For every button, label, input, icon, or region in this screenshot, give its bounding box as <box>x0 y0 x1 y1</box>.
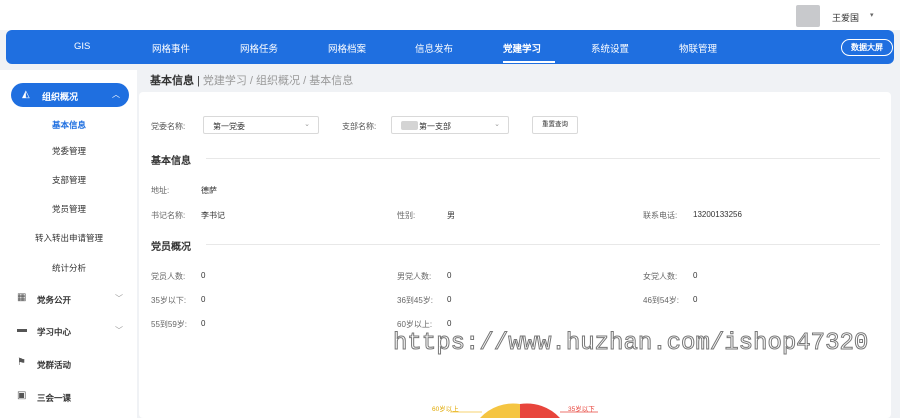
sidebar-item-label: 学习中心 <box>37 327 72 337</box>
select-value: 第一党委 <box>213 122 245 131</box>
age-46-54-label: 46到54岁: <box>643 296 680 305</box>
chart-label-under-35: 35岁以下 <box>568 406 595 413</box>
select-value: 第一支部 <box>419 122 451 131</box>
gender-label: 性别: <box>397 211 416 220</box>
section-title-members: 党员概况 <box>151 242 191 253</box>
chevron-up-icon: ︿ <box>112 90 120 99</box>
calendar-icon: ▣ <box>17 390 27 401</box>
top-bar: 王爱国 ▾ <box>0 0 900 30</box>
content-card <box>139 92 891 418</box>
age-55-59-label: 55到59岁: <box>151 320 188 329</box>
breadcrumb-separator: | <box>197 75 200 87</box>
nav-item-party-learning[interactable]: 党建学习 <box>503 41 541 55</box>
age-under-35-value: 0 <box>201 295 206 304</box>
org-icon: ◭ <box>22 89 30 100</box>
sidebar-item-party-affairs[interactable]: ▦ 党务公开 ﹀ <box>0 290 137 310</box>
sidebar-item-label: 组织概况 <box>42 92 79 102</box>
page-title: 基本信息 <box>150 75 194 87</box>
main-nav: GIS 网格事件 网格任务 网格档案 信息发布 党建学习 系统设置 物联管理 数… <box>6 30 894 64</box>
branch-label: 支部名称: <box>342 122 377 131</box>
sidebar-sub-basic-info[interactable]: 基本信息 <box>52 119 86 131</box>
sidebar-item-three-meetings[interactable]: ▣ 三会一课 <box>0 388 137 408</box>
age-55-59-value: 0 <box>201 319 206 328</box>
male-count-value: 0 <box>447 271 452 280</box>
reset-query-button[interactable]: 重置查询 <box>532 116 578 134</box>
nav-item-gis[interactable]: GIS <box>74 41 90 52</box>
age-46-54-value: 0 <box>693 295 698 304</box>
monitor-icon: ▬ <box>17 324 27 335</box>
female-count-label: 女党人数: <box>643 272 678 281</box>
age-over-60-label: 60岁以上: <box>397 320 433 329</box>
sidebar-item-org-overview[interactable]: ◭ 组织概况 ︿ <box>11 83 129 107</box>
secretary-label: 书记名称: <box>151 211 186 220</box>
branch-select[interactable]: 第一支部 ⌄ <box>391 116 509 134</box>
sidebar-item-study-center[interactable]: ▬ 学习中心 ﹀ <box>0 322 137 342</box>
sidebar-item-party-activities[interactable]: ⚑ 党群活动 <box>0 355 137 375</box>
username[interactable]: 王爱国 <box>832 11 859 24</box>
age-under-35-label: 35岁以下: <box>151 296 187 305</box>
breadcrumb-path[interactable]: 党建学习 / 组织概况 / 基本信息 <box>203 75 353 87</box>
phone-label: 联系电话: <box>643 211 678 220</box>
sidebar-item-label: 党务公开 <box>37 295 72 305</box>
nav-item-system-settings[interactable]: 系统设置 <box>591 41 629 55</box>
section-title-basic-info: 基本信息 <box>151 156 191 167</box>
secretary-value: 李书记 <box>201 211 225 220</box>
nav-item-grid-tasks[interactable]: 网格任务 <box>240 41 278 55</box>
chevron-down-icon: ⌄ <box>494 121 500 128</box>
sidebar: ◭ 组织概况 ︿ 基本信息 党委管理 支部管理 党员管理 转入转出申请管理 统计… <box>0 70 137 418</box>
building-icon: ▦ <box>17 292 27 303</box>
flag-icon: ⚑ <box>17 357 26 368</box>
party-committee-label: 党委名称: <box>151 122 186 131</box>
age-over-60-value: 0 <box>447 319 452 328</box>
chart-label-over-60: 60岁以上 <box>432 406 459 413</box>
phone-value: 13200133256 <box>693 210 742 219</box>
avatar[interactable] <box>796 5 820 27</box>
data-screen-button[interactable]: 数据大屏 <box>841 39 893 56</box>
sidebar-item-label: 党群活动 <box>37 360 72 370</box>
active-tab-indicator <box>503 61 555 63</box>
member-count-label: 党员人数: <box>151 272 186 281</box>
chevron-down-icon[interactable]: ▾ <box>870 11 874 19</box>
address-value: 德萨 <box>201 186 217 195</box>
sidebar-item-label: 三会一课 <box>37 393 72 403</box>
female-count-value: 0 <box>693 271 698 280</box>
member-count-value: 0 <box>201 271 206 280</box>
nav-item-iot[interactable]: 物联管理 <box>679 41 717 55</box>
chevron-down-icon: ﹀ <box>115 326 123 335</box>
nav-item-info-publish[interactable]: 信息发布 <box>415 41 453 55</box>
gender-value: 男 <box>447 211 455 220</box>
sidebar-sub-branch[interactable]: 支部管理 <box>52 174 86 186</box>
redacted-mark <box>401 121 418 130</box>
nav-item-grid-archive[interactable]: 网格档案 <box>328 41 366 55</box>
pie-slice-under-35 <box>520 403 560 418</box>
divider <box>206 158 880 159</box>
pie-slice-over-60 <box>480 403 520 418</box>
male-count-label: 男党人数: <box>397 272 432 281</box>
chevron-down-icon: ⌄ <box>304 121 310 128</box>
watermark-text: https://www.huzhan.com/ishop47320 <box>392 330 869 358</box>
chevron-down-icon: ﹀ <box>115 294 123 303</box>
nav-item-grid-events[interactable]: 网格事件 <box>152 41 190 55</box>
address-label: 地址: <box>151 186 170 195</box>
sidebar-sub-transfer[interactable]: 转入转出申请管理 <box>35 232 103 244</box>
breadcrumb: 基本信息 | 党建学习 / 组织概况 / 基本信息 <box>150 72 353 88</box>
sidebar-sub-members[interactable]: 党员管理 <box>52 203 86 215</box>
age-36-45-value: 0 <box>447 295 452 304</box>
party-committee-select[interactable]: 第一党委 ⌄ <box>203 116 319 134</box>
divider <box>206 244 880 245</box>
sidebar-sub-committee[interactable]: 党委管理 <box>52 145 86 157</box>
age-36-45-label: 36到45岁: <box>397 296 434 305</box>
sidebar-sub-statistics[interactable]: 统计分析 <box>52 262 86 274</box>
